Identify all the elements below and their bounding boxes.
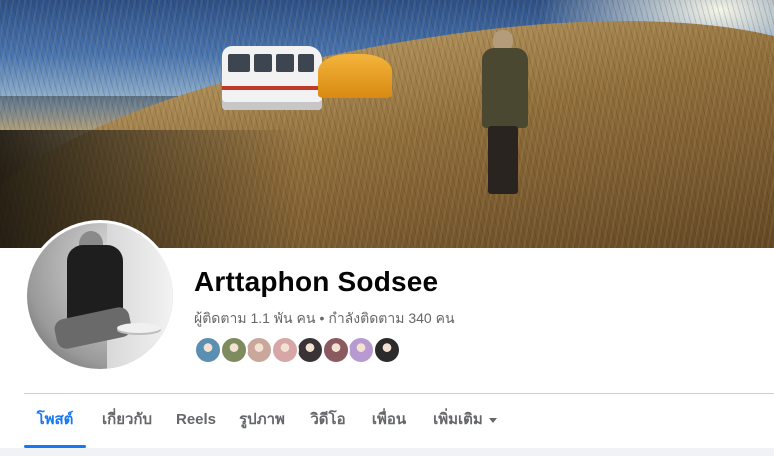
cover-photo[interactable] (0, 0, 774, 248)
tab-videos[interactable]: วิดีโอ (304, 394, 352, 446)
profile-avatar[interactable] (24, 220, 176, 372)
friend-avatar[interactable] (321, 336, 350, 364)
avatar-photo (27, 223, 173, 369)
tab-posts[interactable]: โพสต์ (24, 394, 86, 448)
stats-separator: • (319, 310, 325, 326)
tab-photos-label: รูปภาพ (239, 411, 285, 428)
cover-van (222, 46, 322, 110)
friend-avatar[interactable] (245, 336, 273, 364)
tab-reels[interactable]: Reels (172, 394, 220, 446)
page-background-strip (0, 448, 774, 456)
friend-avatar[interactable] (194, 336, 222, 364)
tab-friends[interactable]: เพื่อน (366, 394, 412, 446)
tab-photos[interactable]: รูปภาพ (232, 394, 292, 446)
profile-name[interactable]: Arttaphon Sodsee (194, 266, 438, 298)
following-count[interactable]: กำลังติดตาม 340 คน (328, 310, 454, 326)
cover-tent (318, 54, 392, 98)
tab-more-label: เพิ่มเติม (433, 411, 483, 428)
tab-videos-label: วิดีโอ (310, 411, 346, 428)
tab-about[interactable]: เกี่ยวกับ (92, 394, 162, 446)
tab-more[interactable]: เพิ่มเติม (426, 394, 504, 446)
friend-avatar[interactable] (347, 336, 375, 364)
followers-count[interactable]: ผู้ติดตาม 1.1 พัน คน (194, 310, 315, 326)
cover-person (480, 30, 530, 195)
tab-friends-label: เพื่อน (371, 411, 407, 428)
friends-preview (194, 336, 414, 364)
friend-avatar[interactable] (219, 336, 248, 364)
tab-posts-label: โพสต์ (36, 411, 74, 428)
friend-avatar[interactable] (372, 336, 401, 364)
friend-avatar[interactable] (270, 336, 299, 364)
caret-down-icon (488, 417, 497, 423)
tab-about-label: เกี่ยวกับ (101, 411, 153, 428)
follow-stats: ผู้ติดตาม 1.1 พัน คน • กำลังติดตาม 340 คน (194, 308, 455, 330)
tab-reels-label: Reels (175, 411, 217, 428)
profile-tabs: โพสต์ เกี่ยวกับ Reels รูปภาพ วิดีโอ เพื่… (24, 394, 774, 448)
friend-avatar[interactable] (296, 336, 324, 364)
